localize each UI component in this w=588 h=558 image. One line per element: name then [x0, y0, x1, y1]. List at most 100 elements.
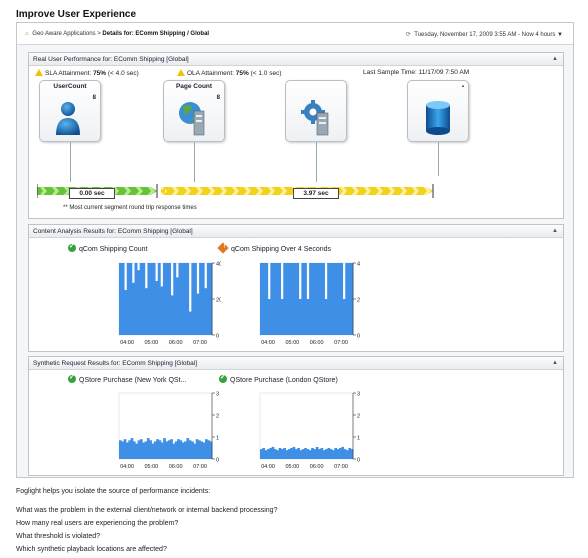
- data-bar: [193, 263, 197, 335]
- collapse-icon[interactable]: ▲: [552, 357, 558, 370]
- data-bar: [276, 450, 279, 459]
- data-bar: [131, 282, 135, 335]
- y-tick-label: 4: [357, 262, 360, 268]
- data-bar: [334, 263, 338, 335]
- data-bar: [170, 439, 173, 459]
- data-bar: [205, 439, 208, 459]
- ok-status-icon: [68, 373, 76, 383]
- data-bar: [293, 263, 297, 335]
- data-bar: [337, 263, 341, 335]
- collapse-icon[interactable]: ▲: [552, 225, 558, 238]
- data-bar: [123, 439, 127, 459]
- data-bar: [142, 442, 145, 459]
- data-bar: [273, 449, 277, 459]
- last-sample-time: Last Sample Time: 11/17/09 7:50 AM: [363, 69, 470, 76]
- data-bar: [174, 441, 178, 459]
- data-bar: [275, 263, 279, 335]
- chart-title-london-qstore[interactable]: QStore Purchase (London QStore): [219, 373, 338, 384]
- database-card[interactable]: ▪: [407, 80, 469, 142]
- data-bar: [206, 263, 210, 335]
- x-tick-label: 04:00: [120, 340, 134, 346]
- network-time-label: 0.00 sec: [69, 188, 115, 199]
- chart-shipping-over-4s: 024count04:0005:0006:0007:00: [259, 262, 360, 346]
- footer-question: Which synthetic playback locations are a…: [16, 546, 167, 553]
- chevron-down-icon[interactable]: ▼: [557, 32, 563, 38]
- data-bar: [119, 263, 122, 335]
- data-bar: [168, 263, 172, 335]
- data-bar: [315, 446, 319, 459]
- data-bar: [266, 449, 270, 459]
- user-count-card[interactable]: UserCount 8: [39, 80, 101, 142]
- data-bar: [271, 446, 275, 459]
- data-bar: [188, 440, 192, 459]
- more-icon[interactable]: ▪: [462, 84, 464, 90]
- globe-server-icon: [179, 102, 205, 136]
- chart-title-shipping-over-4s[interactable]: qCom Shipping Over 4 Seconds: [217, 242, 331, 254]
- data-bar: [267, 299, 271, 335]
- footer-question: What was the problem in the external cli…: [16, 507, 278, 514]
- data-bar: [316, 263, 320, 335]
- panel-title: Real User Performance for: EComm Shippin…: [33, 56, 189, 63]
- y-tick-label: 1: [216, 436, 219, 442]
- data-bar: [146, 438, 150, 459]
- x-tick-label: 06:00: [310, 464, 324, 470]
- page-title: Improve User Experience: [16, 9, 137, 20]
- y-tick-label: 0: [216, 458, 219, 464]
- page-count-card[interactable]: Page Count 8: [163, 80, 225, 142]
- data-bar: [191, 263, 195, 335]
- data-bar: [292, 446, 296, 459]
- data-bar: [314, 263, 318, 335]
- time-range-selector[interactable]: ⟳ Tuesday, November 17, 2009 3:55 AM - N…: [406, 31, 563, 38]
- data-bar: [181, 442, 185, 459]
- data-bar: [135, 443, 138, 459]
- x-tick-label: 07:00: [334, 464, 348, 470]
- data-bar: [283, 263, 287, 335]
- data-bar: [137, 440, 141, 459]
- data-bar: [150, 263, 153, 335]
- data-bar: [283, 448, 286, 459]
- y-tick-label: 2: [357, 414, 360, 420]
- data-bar: [278, 263, 282, 335]
- data-bar: [341, 446, 345, 459]
- data-bar: [308, 450, 312, 459]
- data-bar: [285, 450, 289, 459]
- chart-title-shipping-count[interactable]: qCom Shipping Count: [68, 242, 148, 253]
- sla-attainment: SLA Attainment: 75% (< 4.0 sec): [35, 69, 139, 77]
- data-bar: [264, 450, 268, 459]
- app-server-card[interactable]: [285, 80, 347, 142]
- time-range-duration[interactable]: 4 hours: [535, 32, 555, 38]
- data-bar: [287, 449, 291, 459]
- chart-title-ny-qstore[interactable]: QStore Purchase (New York QSt...: [68, 373, 186, 384]
- warning-icon: [177, 69, 185, 76]
- data-bar: [325, 449, 328, 459]
- data-bar: [199, 263, 203, 335]
- data-bar: [334, 448, 338, 459]
- data-bar: [340, 263, 344, 335]
- top-bar: ⌂ Geo Aware Applications > Details for: …: [17, 23, 573, 45]
- x-tick-label: 06:00: [169, 340, 183, 346]
- data-bar: [329, 263, 333, 335]
- data-bar: [134, 263, 138, 335]
- data-bar: [207, 440, 211, 459]
- panel-title: Synthetic Request Results for: EComm Shi…: [33, 360, 198, 367]
- data-bar: [343, 449, 347, 459]
- data-bar: [129, 263, 133, 335]
- data-bar: [301, 263, 305, 335]
- data-bar: [165, 441, 169, 459]
- data-bar: [301, 449, 305, 459]
- data-bar: [132, 441, 136, 459]
- collapse-icon[interactable]: ▲: [552, 53, 558, 66]
- data-bar: [175, 277, 179, 335]
- data-bar: [181, 263, 184, 335]
- data-bar: [280, 449, 284, 459]
- data-bar: [195, 439, 199, 459]
- breadcrumb-root[interactable]: Geo Aware Applications: [32, 31, 95, 37]
- data-bar: [142, 263, 146, 335]
- x-tick-label: 04:00: [120, 464, 134, 470]
- x-tick-label: 07:00: [193, 340, 207, 346]
- data-bar: [157, 263, 161, 335]
- data-bar: [178, 263, 182, 335]
- data-bar: [290, 448, 293, 459]
- data-bar: [322, 450, 326, 459]
- data-bar: [204, 288, 208, 335]
